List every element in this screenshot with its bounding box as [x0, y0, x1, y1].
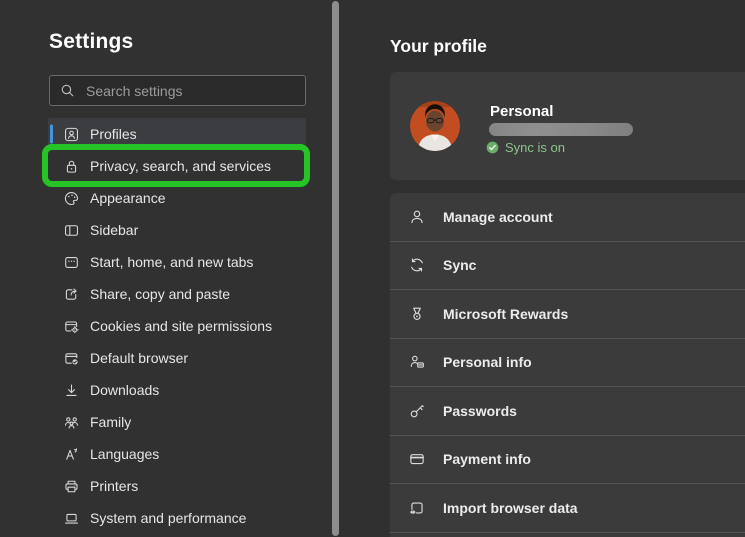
sidebar-item-label: System and performance [90, 510, 246, 526]
sidebar-item-languages[interactable]: Languages [48, 438, 306, 470]
key-icon [408, 402, 426, 420]
page-title: Settings [49, 30, 133, 54]
menu-item-label: Microsoft Rewards [443, 306, 568, 322]
search-settings-box[interactable] [49, 75, 306, 106]
languages-icon [63, 446, 80, 463]
sidebar-item-system-performance[interactable]: System and performance [48, 502, 306, 534]
sidebar-item-profiles[interactable]: Profiles [48, 118, 306, 150]
sidebar-item-label: Share, copy and paste [90, 286, 230, 302]
settings-sidebar: Settings Profiles Privacy, search, and s… [0, 0, 332, 537]
sidebar-item-label: Default browser [90, 350, 188, 366]
menu-item-label: Sync [443, 257, 476, 273]
sidebar-item-label: Sidebar [90, 222, 138, 238]
sync-on-check-icon [486, 141, 499, 154]
settings-nav: Profiles Privacy, search, and services A… [48, 118, 306, 534]
sidebar-item-printers[interactable]: Printers [48, 470, 306, 502]
sidebar-item-label: Start, home, and new tabs [90, 254, 253, 270]
personal-info-icon [408, 353, 426, 371]
sync-icon [408, 256, 426, 274]
sync-status-text: Sync is on [505, 140, 565, 155]
system-performance-icon [63, 510, 80, 527]
section-heading: Your profile [390, 36, 487, 57]
sync-status: Sync is on [486, 140, 565, 155]
printers-icon [63, 478, 80, 495]
menu-item-label: Manage account [443, 209, 553, 225]
sidebar-item-label: Family [90, 414, 131, 430]
sidebar-item-label: Cookies and site permissions [90, 318, 272, 334]
sidebar-item-share-copy-paste[interactable]: Share, copy and paste [48, 278, 306, 310]
menu-item-passwords[interactable]: Passwords [390, 387, 745, 436]
sidebar-layout-icon [63, 222, 80, 239]
search-icon [60, 83, 75, 98]
share-icon [63, 286, 80, 303]
sidebar-item-family[interactable]: Family [48, 406, 306, 438]
sidebar-item-cookies-site-permissions[interactable]: Cookies and site permissions [48, 310, 306, 342]
rewards-medal-icon [408, 305, 426, 323]
profile-name: Personal [490, 103, 553, 120]
cookies-permissions-icon [63, 318, 80, 335]
profile-settings-main: Your profile Personal [339, 0, 745, 537]
appearance-palette-icon [63, 190, 80, 207]
sidebar-scrollbar[interactable] [332, 1, 339, 536]
sidebar-item-downloads[interactable]: Downloads [48, 374, 306, 406]
sidebar-item-appearance[interactable]: Appearance [48, 182, 306, 214]
sidebar-item-start-home-new-tabs[interactable]: Start, home, and new tabs [48, 246, 306, 278]
menu-item-payment-info[interactable]: Payment info [390, 436, 745, 485]
start-home-tabs-icon [63, 254, 80, 271]
menu-item-microsoft-rewards[interactable]: Microsoft Rewards [390, 290, 745, 339]
sidebar-item-label: Privacy, search, and services [90, 158, 271, 174]
selected-indicator [50, 125, 53, 144]
menu-item-sync[interactable]: Sync [390, 242, 745, 291]
sidebar-item-default-browser[interactable]: Default browser [48, 342, 306, 374]
menu-item-manage-account[interactable]: Manage account [390, 193, 745, 242]
family-icon [63, 414, 80, 431]
menu-item-label: Import browser data [443, 500, 578, 516]
menu-item-label: Passwords [443, 403, 517, 419]
sidebar-item-label: Profiles [90, 126, 137, 142]
sidebar-item-sidebar[interactable]: Sidebar [48, 214, 306, 246]
profile-card: Personal Sync is on [390, 72, 745, 180]
avatar [410, 101, 460, 151]
privacy-lock-icon [63, 158, 80, 175]
default-browser-icon [63, 350, 80, 367]
menu-item-personal-info[interactable]: Personal info [390, 339, 745, 388]
person-icon [408, 208, 426, 226]
sidebar-item-label: Languages [90, 446, 159, 462]
profiles-icon [63, 126, 80, 143]
search-input[interactable] [84, 82, 295, 100]
payment-card-icon [408, 450, 426, 468]
account-menu-card: Manage account Sync Microsoft Rewards [390, 193, 745, 537]
menu-item-label: Personal info [443, 354, 532, 370]
sidebar-item-label: Appearance [90, 190, 166, 206]
downloads-icon [63, 382, 80, 399]
sidebar-item-privacy-search-services[interactable]: Privacy, search, and services [48, 150, 306, 182]
import-data-icon [408, 499, 426, 517]
email-redacted-blur [489, 123, 633, 136]
sidebar-item-label: Downloads [90, 382, 159, 398]
sidebar-item-label: Printers [90, 478, 138, 494]
menu-item-label: Payment info [443, 451, 531, 467]
menu-item-import-browser-data[interactable]: Import browser data [390, 484, 745, 533]
